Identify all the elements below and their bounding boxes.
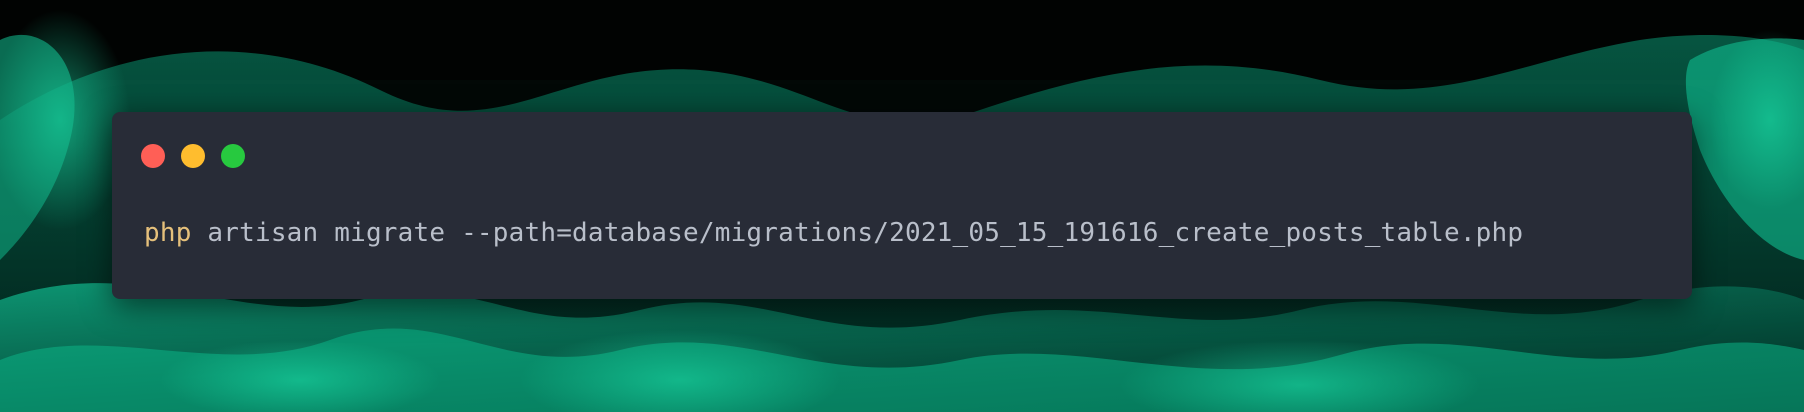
minimize-button[interactable] bbox=[181, 144, 205, 168]
code-keyword: php bbox=[144, 218, 192, 248]
close-button[interactable] bbox=[141, 144, 165, 168]
code-line: php artisan migrate --path=database/migr… bbox=[144, 220, 1523, 246]
code-arguments: artisan migrate --path=database/migratio… bbox=[191, 218, 1524, 248]
terminal-window: php artisan migrate --path=database/migr… bbox=[112, 112, 1692, 299]
maximize-button[interactable] bbox=[221, 144, 245, 168]
window-controls bbox=[141, 144, 245, 168]
